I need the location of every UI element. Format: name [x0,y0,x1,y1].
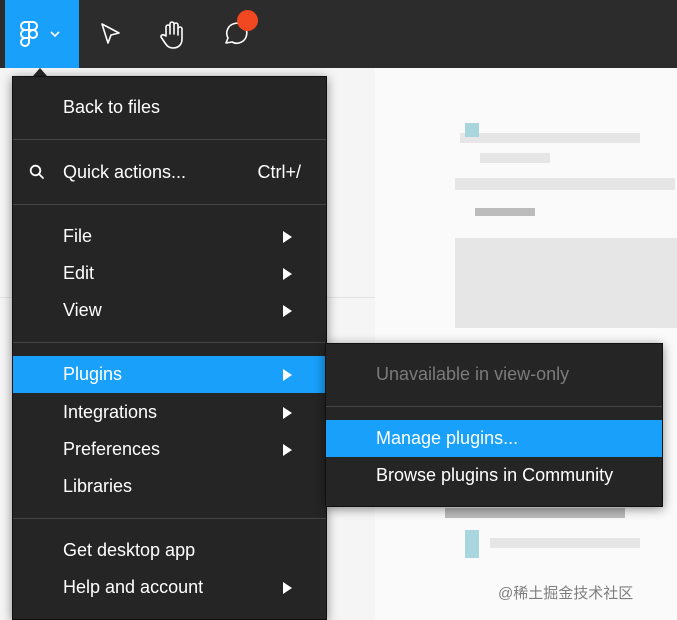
frame-placeholder-bar [460,133,640,143]
shortcut-hint: Ctrl+/ [257,162,301,182]
menu-separator [326,406,662,407]
frame-placeholder-bar [490,538,640,548]
submenu-arrow-icon [283,268,292,280]
submenu-item-unavailable: Unavailable in view-only [326,356,662,393]
menu-item-label: Quick actions... [63,162,187,182]
notification-badge [237,10,258,31]
menu-item-libraries[interactable]: Libraries [13,468,326,505]
menu-item-label: Back to files [63,97,161,117]
menu-item-label: Libraries [63,476,133,496]
menu-separator [13,204,326,205]
menu-item-label: Get desktop app [63,540,196,560]
frame-placeholder-square [465,123,479,137]
submenu-arrow-icon [283,369,292,381]
frame-placeholder-square [465,530,479,558]
menu-item-label: Help and account [63,577,204,597]
main-menu: Back to files Quick actions... Ctrl+/ Fi… [12,76,327,620]
submenu-arrow-icon [283,582,292,594]
submenu-item-label: Browse plugins in Community [376,465,614,485]
menu-item-label: File [63,226,93,246]
submenu-item-manage-plugins[interactable]: Manage plugins... [326,420,662,457]
submenu-arrow-icon [283,407,292,419]
menu-item-label: Integrations [63,402,158,422]
menu-item-quick-actions[interactable]: Quick actions... Ctrl+/ [13,154,326,191]
menu-separator [13,342,326,343]
menu-item-label: Edit [63,263,95,283]
frame-placeholder-bar [445,508,625,518]
menu-caret [33,68,47,76]
menu-separator [13,518,326,519]
move-arrow-icon[interactable] [92,16,128,52]
menu-item-get-desktop-app[interactable]: Get desktop app [13,532,326,569]
frame-placeholder-bar [475,208,535,216]
hand-icon[interactable] [155,16,191,52]
submenu-arrow-icon [283,231,292,243]
frame-placeholder-bar [455,178,675,190]
submenu-arrow-icon [283,305,292,317]
submenu-item-label: Unavailable in view-only [376,364,570,384]
submenu-item-browse-plugins[interactable]: Browse plugins in Community [326,457,662,494]
menu-separator [13,139,326,140]
submenu-item-label: Manage plugins... [376,428,519,448]
submenu-arrow-icon [283,444,292,456]
menu-item-back-to-files[interactable]: Back to files [13,89,326,126]
menu-item-help-and-account[interactable]: Help and account [13,569,326,606]
menu-item-view[interactable]: View [13,292,326,329]
menu-item-integrations[interactable]: Integrations [13,394,326,431]
frame-placeholder-panel [455,238,677,328]
menu-item-label: Plugins [63,364,123,384]
main-menu-button[interactable] [5,0,79,68]
chevron-down-icon [50,31,60,38]
figma-logo-icon [20,21,38,47]
toolbar [0,0,677,68]
menu-item-label: View [63,300,102,320]
plugins-submenu: Unavailable in view-only Manage plugins.… [325,343,663,507]
menu-item-file[interactable]: File [13,218,326,255]
menu-item-label: Preferences [63,439,161,459]
menu-item-preferences[interactable]: Preferences [13,431,326,468]
frame-placeholder-bar [480,153,550,163]
menu-item-plugins[interactable]: Plugins [13,356,326,393]
menu-item-edit[interactable]: Edit [13,255,326,292]
watermark: @稀土掘金技术社区 [498,585,634,602]
search-icon [29,164,44,179]
